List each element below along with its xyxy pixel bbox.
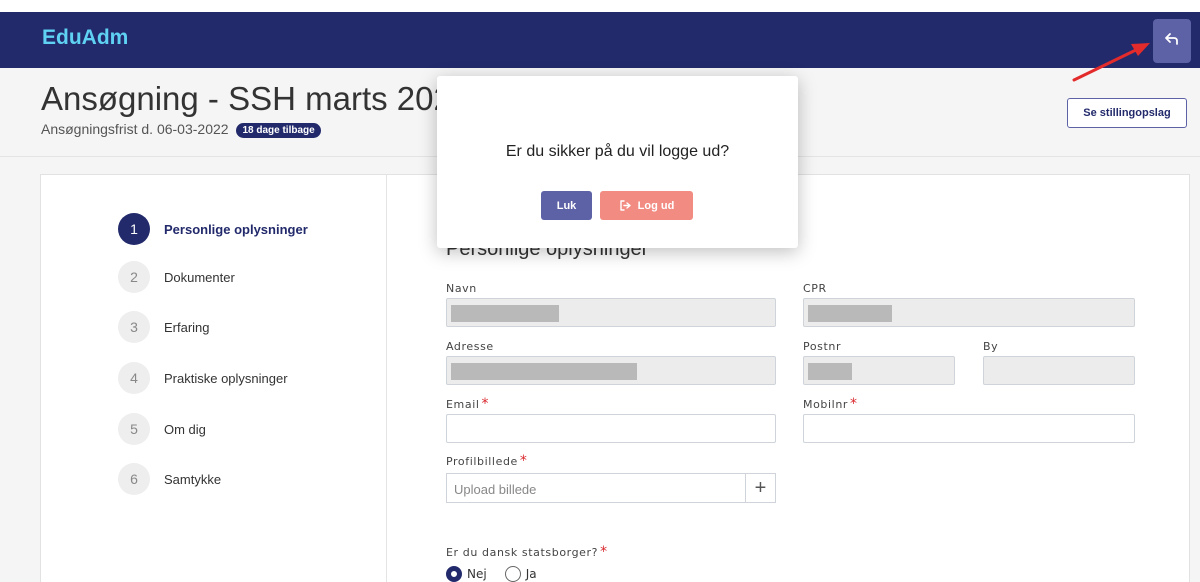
- address-field: [446, 356, 776, 385]
- step-experience[interactable]: 3 Erfaring: [118, 311, 210, 343]
- required-mark: *: [481, 396, 490, 412]
- radio-yes[interactable]: [504, 566, 521, 582]
- step-number: 3: [118, 311, 150, 343]
- top-bar: EduAdm: [0, 0, 1200, 68]
- redacted-value: [808, 363, 852, 380]
- see-posting-button[interactable]: Se stillingopslag: [1067, 98, 1187, 128]
- radio-label-yes[interactable]: Ja: [526, 567, 537, 581]
- postal-code-field: [803, 356, 955, 385]
- cpr-field: [803, 298, 1135, 327]
- redacted-value: [451, 363, 637, 380]
- required-mark: *: [850, 396, 858, 412]
- step-consent[interactable]: 6 Samtykke: [118, 463, 221, 495]
- redacted-value: [451, 305, 559, 322]
- city-field: [983, 356, 1135, 385]
- city-label: By: [983, 340, 999, 353]
- name-label: Navn: [446, 282, 477, 295]
- profile-picture-upload[interactable]: Upload billede +: [446, 473, 776, 503]
- step-number: 6: [118, 463, 150, 495]
- step-number: 4: [118, 362, 150, 394]
- radio-no[interactable]: [446, 566, 462, 582]
- step-label: Dokumenter: [164, 269, 235, 285]
- back-arrow-icon: [1164, 30, 1180, 53]
- deadline-text: Ansøgningsfrist d. 06-03-2022: [41, 121, 229, 137]
- cpr-label: CPR: [803, 282, 827, 295]
- citizenship-label: Er du dansk statsborger? *: [446, 544, 608, 560]
- logout-icon: [619, 200, 631, 211]
- step-practical-info[interactable]: 4 Praktiske oplysninger: [118, 362, 288, 394]
- profile-picture-label: Profilbillede *: [446, 453, 528, 469]
- step-label: Praktiske oplysninger: [164, 370, 288, 386]
- card-divider: [386, 174, 387, 582]
- step-number: 5: [118, 413, 150, 445]
- logout-confirm-dialog: Er du sikker på du vil logge ud? Luk Log…: [437, 76, 798, 248]
- step-number: 1: [118, 213, 150, 245]
- days-left-badge: 18 dage tilbage: [236, 123, 321, 138]
- step-label: Om dig: [164, 421, 206, 437]
- step-documents[interactable]: 2 Dokumenter: [118, 261, 235, 293]
- step-label: Samtykke: [164, 471, 222, 487]
- address-label: Adresse: [446, 340, 494, 353]
- citizenship-radio-group: Nej Ja: [446, 566, 555, 582]
- step-number: 2: [118, 261, 150, 293]
- required-mark: *: [600, 544, 608, 560]
- deadline-info: Ansøgningsfrist d. 06-03-2022 18 dage ti…: [41, 121, 321, 138]
- required-mark: *: [519, 453, 528, 469]
- logout-button[interactable]: Log ud: [600, 191, 693, 220]
- plus-icon[interactable]: +: [745, 474, 775, 502]
- upload-placeholder: Upload billede: [454, 482, 537, 497]
- step-personal-info[interactable]: 1 Personlige oplysninger: [118, 213, 308, 245]
- mobile-field[interactable]: [803, 414, 1135, 443]
- email-label: Email *: [446, 396, 490, 412]
- step-about-you[interactable]: 5 Om dig: [118, 413, 206, 445]
- radio-label-no[interactable]: Nej: [467, 567, 487, 581]
- brand-logo[interactable]: EduAdm: [42, 26, 128, 50]
- redacted-value: [808, 305, 892, 322]
- step-label: Personlige oplysninger: [164, 221, 308, 237]
- name-field: [446, 298, 776, 327]
- logout-question: Er du sikker på du vil logge ud?: [505, 143, 730, 160]
- close-button[interactable]: Luk: [541, 191, 592, 220]
- step-label: Erfaring: [164, 319, 210, 335]
- mobile-label: Mobilnr *: [803, 396, 858, 412]
- email-field[interactable]: [446, 414, 776, 443]
- postal-code-label: Postnr: [803, 340, 842, 353]
- back-button[interactable]: [1153, 19, 1191, 63]
- page-title: Ansøgning - SSH marts 2022: [41, 80, 471, 117]
